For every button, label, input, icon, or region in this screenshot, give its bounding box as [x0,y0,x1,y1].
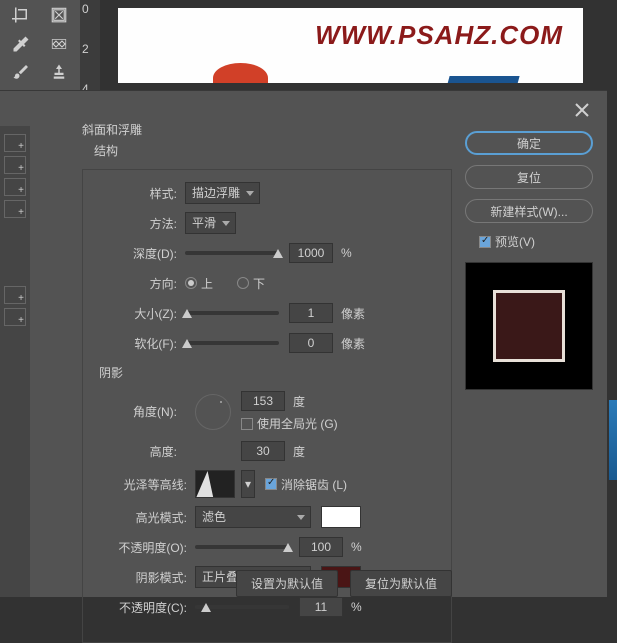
soften-label: 软化(F): [99,335,177,352]
shading-title: 阴影 [99,364,435,381]
highlight-mode-label: 高光模式: [99,509,187,526]
angle-label: 角度(N): [99,403,177,420]
healing-tool-icon[interactable] [41,32,77,56]
technique-select[interactable]: 平滑 [185,212,236,234]
dialog-right-panel: 确定 复位 新建样式(W)... 预览(V) [465,131,595,390]
highlight-opacity-slider[interactable] [195,545,289,549]
crop-tool-icon[interactable] [3,3,39,27]
dialog-content: 斜面和浮雕 结构 样式: 描边浮雕 方法: 平滑 深度(D): % 方向: 上 … [82,121,452,597]
panel-expand-icon[interactable] [4,286,26,304]
depth-slider[interactable] [185,251,279,255]
eyedropper-tool-icon[interactable] [3,32,39,56]
direction-down-radio[interactable] [237,277,249,289]
style-label: 样式: [99,185,177,202]
side-panel [0,126,30,597]
shadow-opacity-slider[interactable] [195,605,289,609]
scrollbar[interactable] [609,400,617,480]
brush-tool-icon[interactable] [3,60,39,84]
bevel-emboss-title: 斜面和浮雕 [82,121,452,138]
preview-checkbox[interactable] [479,236,491,248]
global-light-checkbox[interactable] [241,418,253,430]
panel-expand-icon[interactable] [4,178,26,196]
shadow-opacity-input[interactable] [299,597,343,617]
altitude-label: 高度: [99,443,177,460]
panel-expand-icon[interactable] [4,156,26,174]
blue-shape [446,76,519,83]
red-shape [213,63,268,83]
ok-button[interactable]: 确定 [465,131,593,155]
shadow-mode-label: 阴影模式: [99,569,187,586]
depth-input[interactable] [289,243,333,263]
tool-palette [0,0,80,90]
preview-thumbnail [465,262,593,390]
chevron-down-icon[interactable]: ▾ [241,470,255,498]
panel-expand-icon[interactable] [4,200,26,218]
document-canvas: WWW.PSAHZ.COM [118,8,583,83]
direction-label: 方向: [99,275,177,292]
highlight-opacity-label: 不透明度(O): [99,539,187,556]
soften-input[interactable] [289,333,333,353]
structure-title: 结构 [94,142,452,159]
altitude-input[interactable] [241,441,285,461]
layer-style-dialog: 斜面和浮雕 结构 样式: 描边浮雕 方法: 平滑 深度(D): % 方向: 上 … [0,90,607,597]
technique-label: 方法: [99,215,177,232]
highlight-color-swatch[interactable] [321,506,361,528]
panel-expand-icon[interactable] [4,134,26,152]
soften-slider[interactable] [185,341,279,345]
vertical-ruler: 0 2 4 [80,0,100,90]
antialias-checkbox[interactable] [265,478,277,490]
stamp-tool-icon[interactable] [41,60,77,84]
size-slider[interactable] [185,311,279,315]
frame-tool-icon[interactable] [41,3,77,27]
cancel-button[interactable]: 复位 [465,165,593,189]
shadow-opacity-label: 不透明度(C): [99,599,187,616]
depth-label: 深度(D): [99,245,177,262]
reset-default-button[interactable]: 复位为默认值 [350,570,452,597]
size-input[interactable] [289,303,333,323]
highlight-mode-select[interactable]: 滤色 [195,506,311,528]
style-select[interactable]: 描边浮雕 [185,182,260,204]
make-default-button[interactable]: 设置为默认值 [236,570,338,597]
gloss-contour-label: 光泽等高线: [99,476,187,493]
close-button[interactable] [575,103,589,120]
new-style-button[interactable]: 新建样式(W)... [465,199,593,223]
gloss-contour-picker[interactable] [195,470,235,498]
direction-up-radio[interactable] [185,277,197,289]
watermark-text: WWW.PSAHZ.COM [315,20,563,51]
angle-input[interactable] [241,391,285,411]
panel-expand-icon[interactable] [4,308,26,326]
highlight-opacity-input[interactable] [299,537,343,557]
angle-dial[interactable] [195,394,231,430]
size-label: 大小(Z): [99,305,177,322]
